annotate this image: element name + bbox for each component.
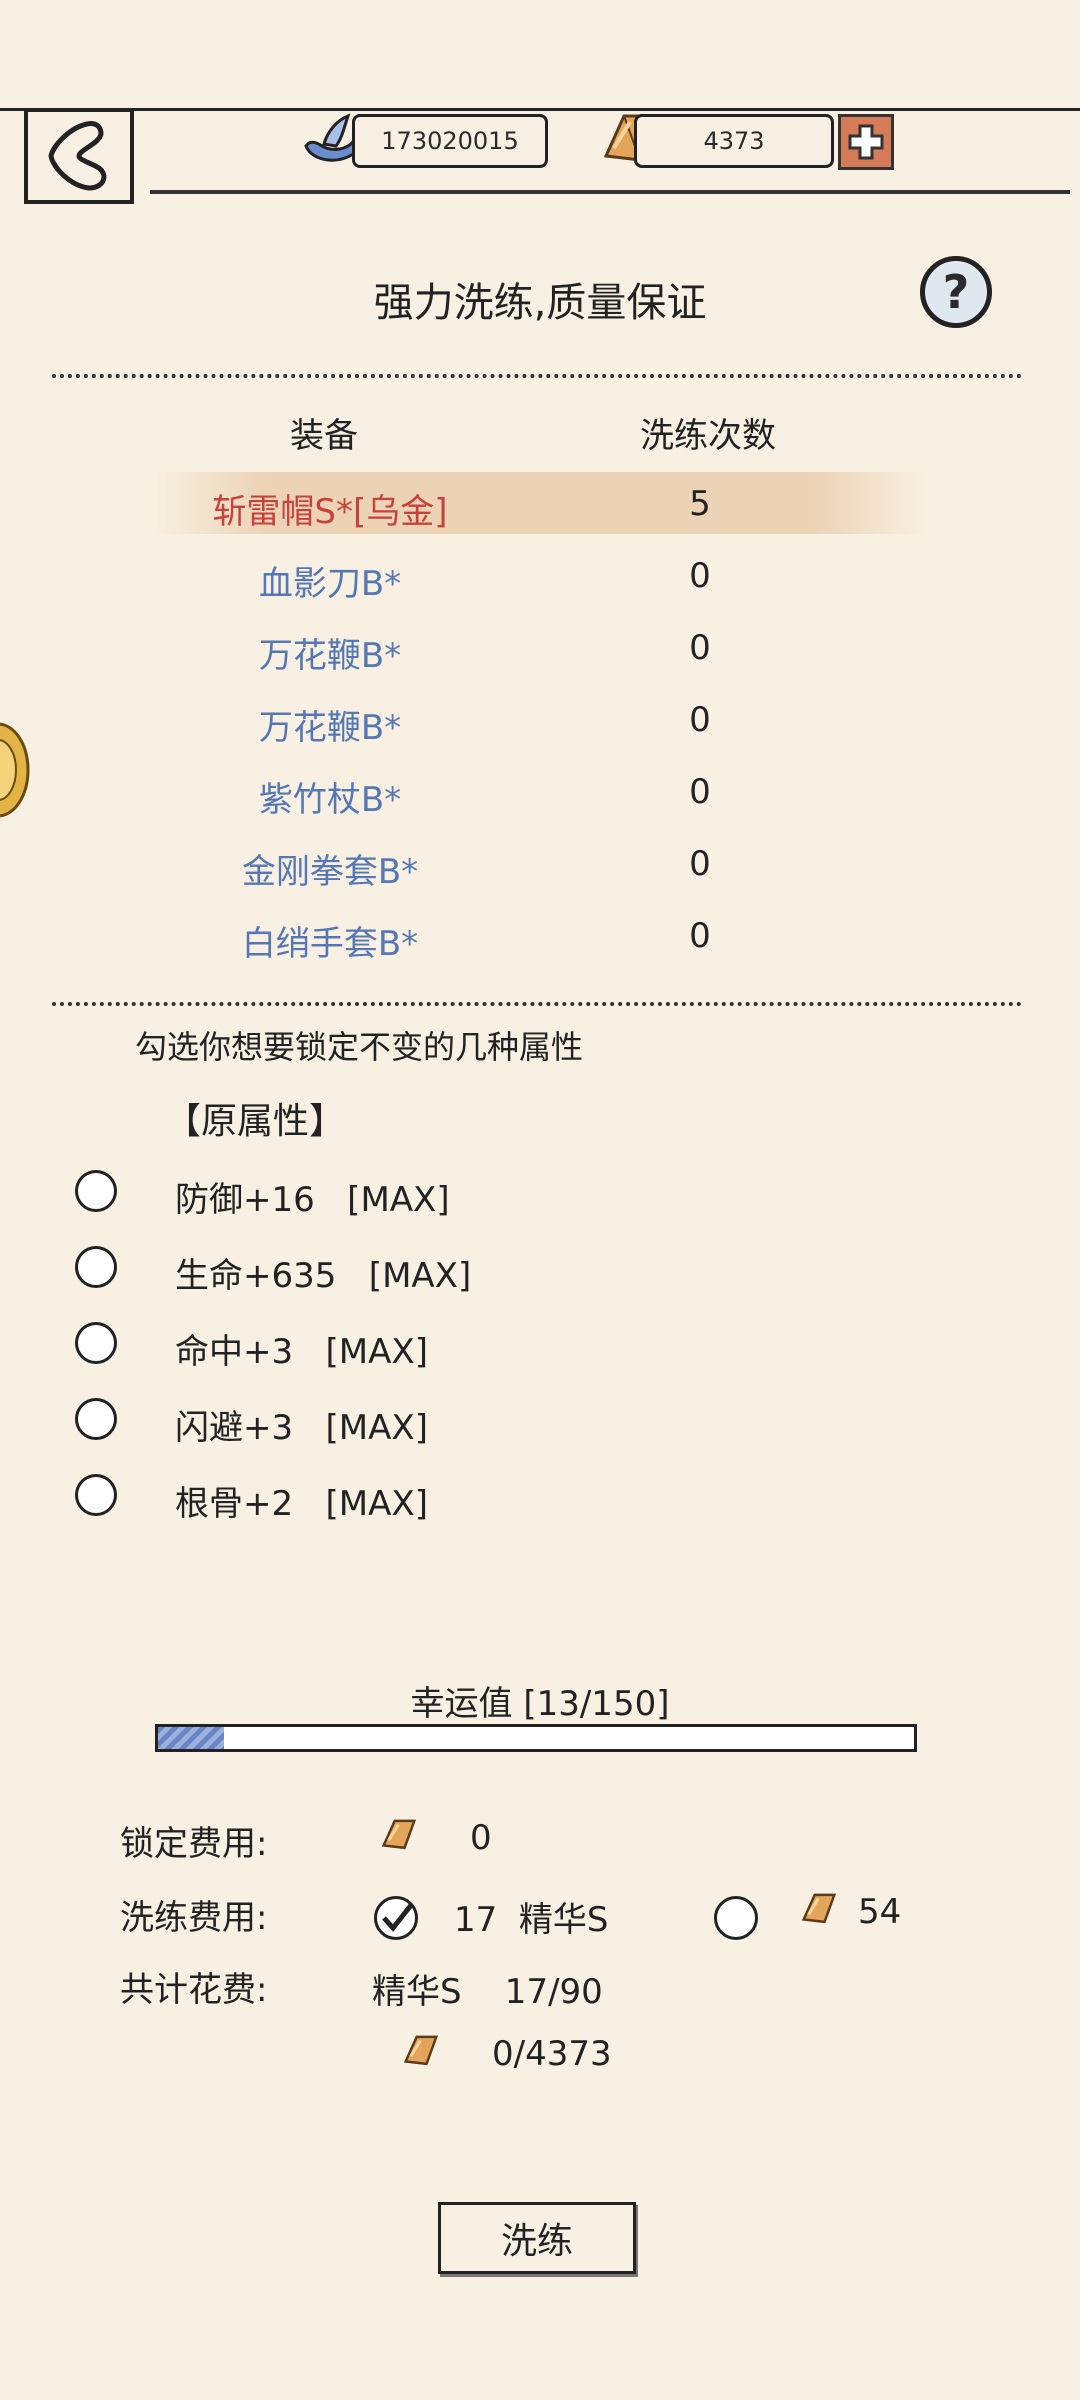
wash-count-column-header: 洗练次数 (640, 416, 776, 456)
luck-label: 幸运值 [13/150] (410, 1684, 670, 1724)
attribute-lock-radio[interactable] (75, 1398, 117, 1440)
equipment-name: 血影刀B* (258, 564, 402, 604)
attribute-lock-radio[interactable] (75, 1246, 117, 1288)
wash-essence-cost: 17 精华S (454, 1900, 609, 1940)
help-button[interactable]: ? (920, 256, 992, 328)
attribute-lock-radio[interactable] (75, 1474, 117, 1516)
equipment-name: 金刚拳套B* (241, 852, 419, 892)
silver-amount: 173020015 (381, 127, 519, 155)
wash-count: 0 (689, 916, 711, 956)
attribute-text: 命中+3 [MAX] (175, 1332, 428, 1372)
equipment-row[interactable]: 白绡手套B* 0 (150, 904, 930, 966)
attribute-lock-radio[interactable] (75, 1322, 117, 1364)
gold-counter: 4373 (634, 114, 834, 168)
back-button[interactable] (24, 108, 134, 204)
side-coin-decoration (0, 718, 34, 822)
equipment-row-selected[interactable]: 斩雷帽S*[乌金] 5 (150, 472, 930, 534)
equipment-row[interactable]: 金刚拳套B* 0 (150, 832, 930, 894)
lock-cost-label: 锁定费用: (120, 1824, 268, 1864)
top-border (0, 108, 1080, 111)
question-icon: ? (942, 265, 970, 319)
equipment-name: 万花鞭B* (258, 636, 402, 676)
check-icon (382, 1902, 414, 1932)
wash-count: 0 (689, 844, 711, 884)
equipment-row[interactable]: 万花鞭B* 0 (150, 688, 930, 750)
page-title: 强力洗练,质量保证 (373, 280, 707, 326)
original-attributes-title: 【原属性】 (165, 1101, 346, 1142)
gold-payment-radio[interactable] (714, 1896, 758, 1940)
gold-bar-icon (403, 2035, 439, 2066)
back-icon (48, 121, 107, 191)
equipment-column-header: 装备 (290, 416, 358, 456)
equipment-row[interactable]: 万花鞭B* 0 (150, 616, 930, 678)
equipment-row[interactable]: 血影刀B* 0 (150, 544, 930, 606)
gold-amount: 4373 (703, 127, 765, 155)
lock-prompt: 勾选你想要锁定不变的几种属性 (135, 1028, 584, 1066)
equipment-name: 紫竹杖B* (258, 780, 402, 820)
attribute-text: 根骨+2 [MAX] (175, 1484, 428, 1524)
plus-icon (848, 124, 884, 160)
equipment-name: 白绡手套B* (241, 924, 419, 964)
attribute-text: 防御+16 [MAX] (175, 1180, 450, 1220)
total-cost-label: 共计花费: (120, 1970, 268, 2010)
silver-counter: 173020015 (352, 114, 548, 168)
luck-progress-fill (158, 1727, 224, 1749)
attribute-text: 闪避+3 [MAX] (175, 1408, 428, 1448)
equipment-row[interactable]: 紫竹杖B* 0 (150, 760, 930, 822)
essence-payment-radio[interactable] (374, 1896, 418, 1940)
wash-count: 0 (689, 700, 711, 740)
wash-count: 0 (689, 628, 711, 668)
wash-cost-label: 洗练费用: (120, 1898, 268, 1938)
total-essence-cost: 精华S 17/90 (372, 1972, 603, 2012)
lock-cost-value: 0 (470, 1818, 492, 1858)
add-gold-button[interactable] (838, 114, 894, 170)
wash-count: 0 (689, 556, 711, 596)
attribute-text: 生命+635 [MAX] (175, 1256, 472, 1296)
header-divider (150, 190, 1070, 194)
dotted-divider-bottom (52, 1002, 1022, 1006)
gold-bar-icon (381, 1819, 417, 1850)
equipment-name: 斩雷帽S*[乌金] (212, 492, 448, 532)
wash-count: 5 (689, 484, 711, 524)
gold-bar-icon (801, 1893, 837, 1924)
dotted-divider-top (52, 374, 1022, 378)
wash-gold-cost: 54 (858, 1892, 902, 1932)
wash-button[interactable]: 洗练 (438, 2202, 636, 2274)
luck-progress-bar (155, 1724, 917, 1752)
attribute-lock-radio[interactable] (75, 1170, 117, 1212)
total-gold-cost: 0/4373 (492, 2034, 612, 2074)
equipment-name: 万花鞭B* (258, 708, 402, 748)
wash-count: 0 (689, 772, 711, 812)
wash-button-label: 洗练 (500, 2221, 573, 2262)
